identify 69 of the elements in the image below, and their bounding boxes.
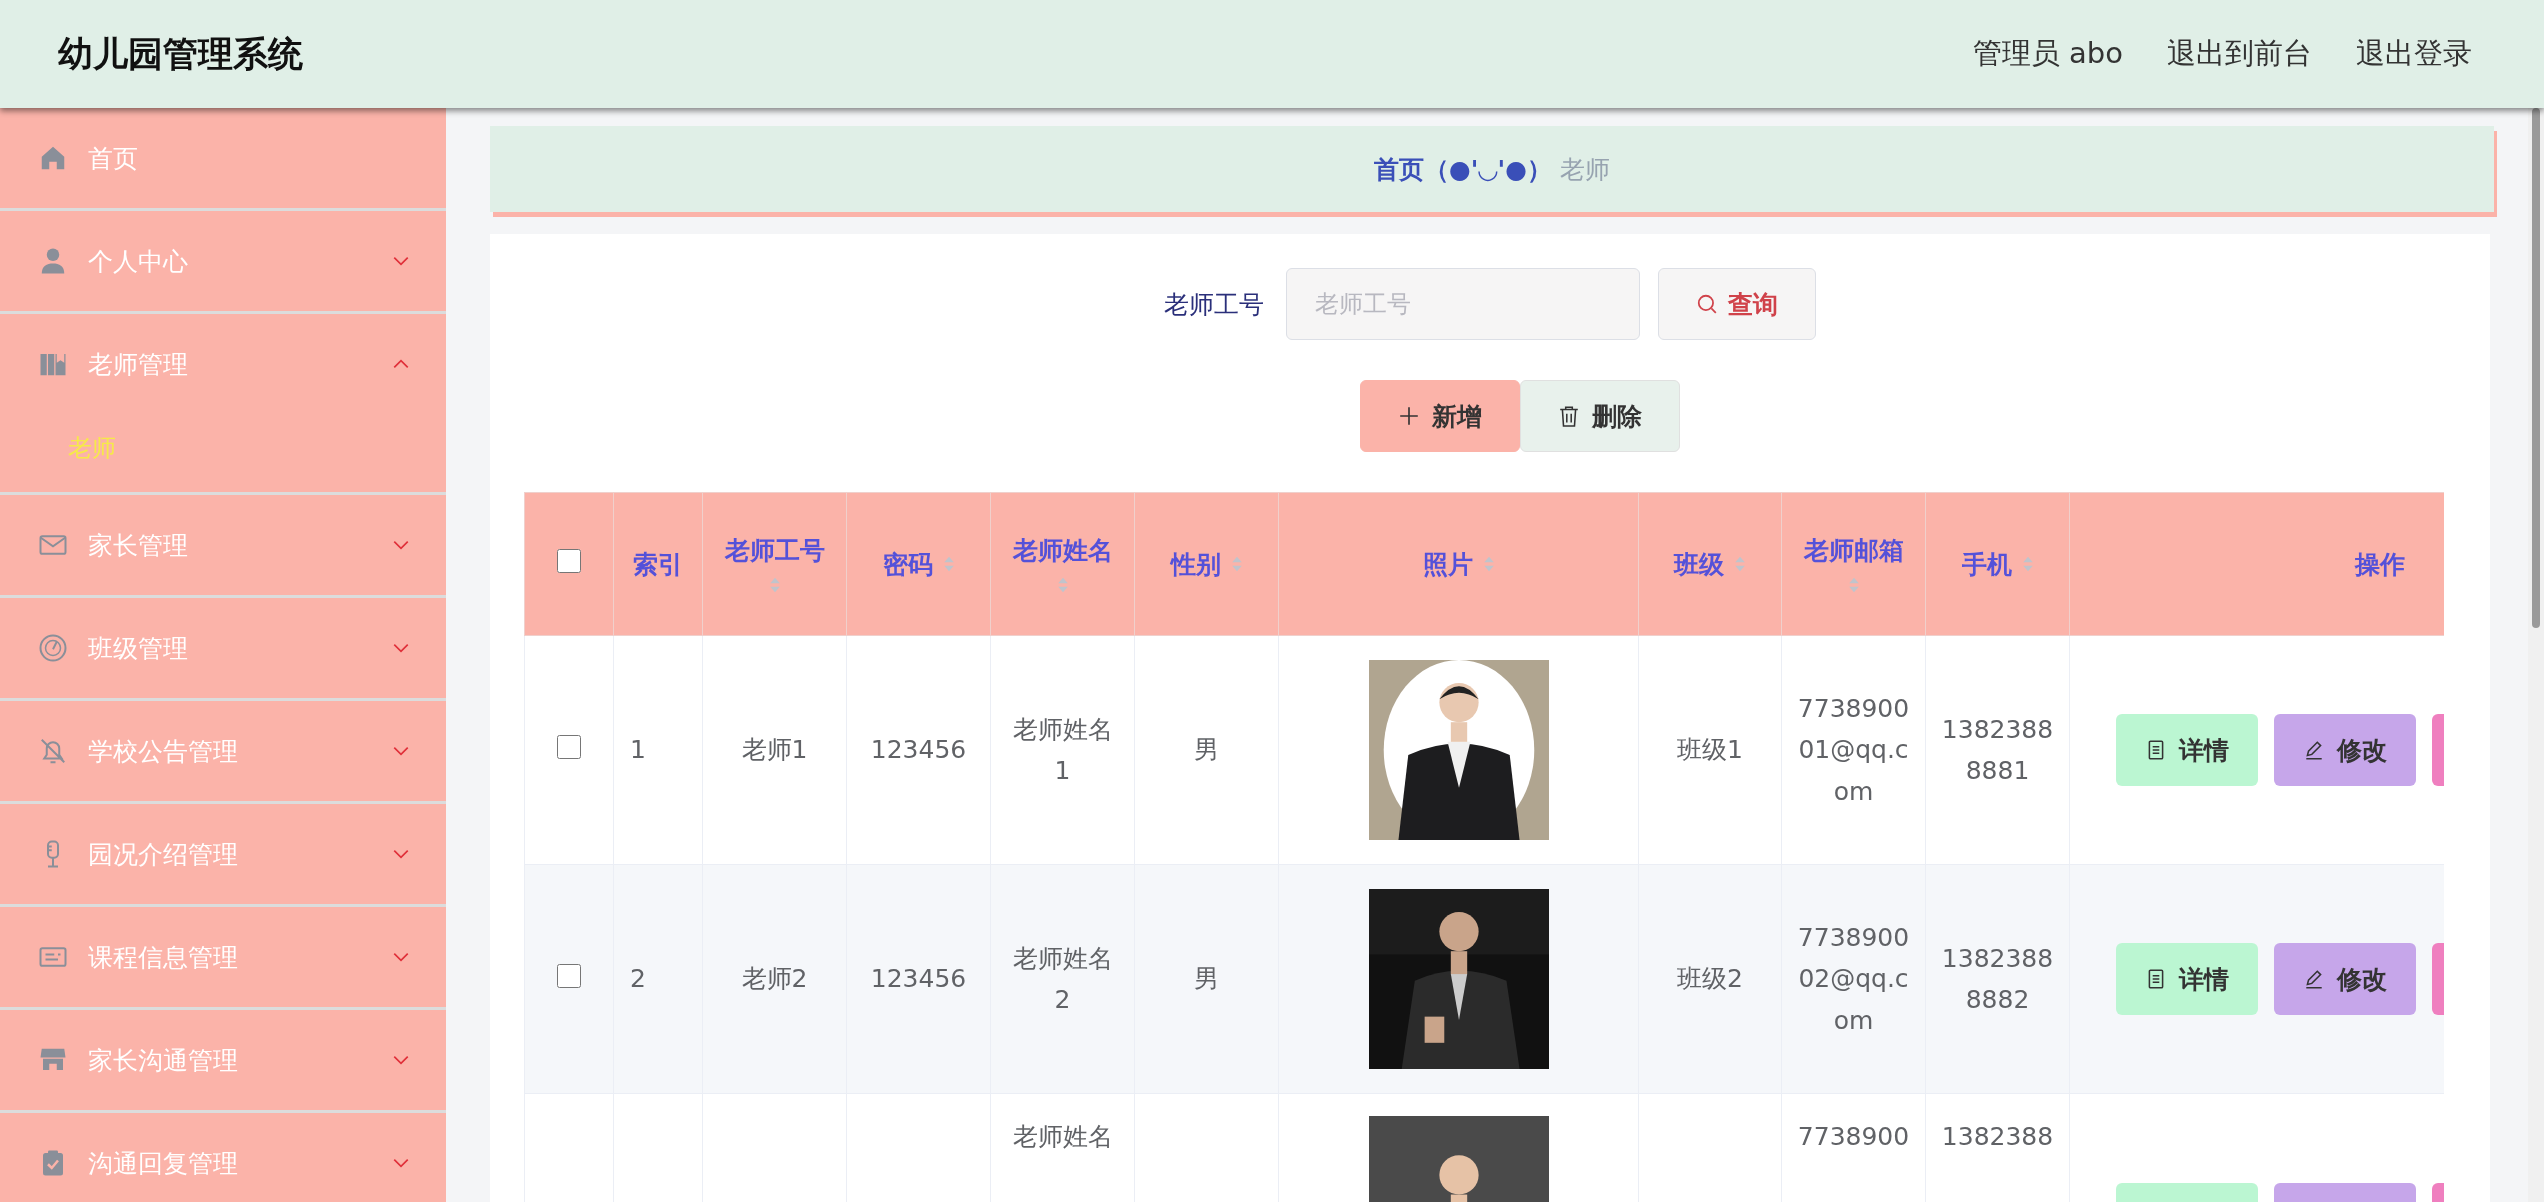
sort-icon[interactable]: [1230, 554, 1243, 574]
add-button[interactable]: 新增: [1360, 380, 1520, 452]
table-cell: 班级2: [1677, 964, 1743, 994]
table-cell: 班级1: [1677, 735, 1743, 765]
table-cell: 老师姓名2: [1012, 943, 1113, 1014]
gauge-icon: [38, 633, 68, 663]
header-link[interactable]: 退出到前台: [2167, 34, 2312, 74]
table-cell: 7738900: [1797, 1122, 1910, 1151]
table-cell: 773890001@qq.com: [1797, 694, 1910, 806]
trash-icon: [1558, 405, 1580, 427]
edit-button[interactable]: 修改: [2274, 714, 2416, 786]
header-link[interactable]: 管理员 abo: [1972, 34, 2123, 74]
search-button[interactable]: 查询: [1658, 268, 1816, 340]
row-checkbox[interactable]: [557, 964, 581, 988]
column-header: 手机: [1961, 548, 2012, 581]
column-header: 老师工号: [724, 534, 825, 567]
table-cell: 1382388: [1941, 1122, 2054, 1151]
chevron-down-icon: [392, 951, 410, 963]
app-title: 幼儿园管理系统: [58, 32, 303, 76]
pencil-icon: [2303, 968, 2325, 990]
table-cell: 2: [630, 964, 646, 994]
sort-icon[interactable]: [1734, 554, 1746, 574]
table-cell: 123456: [870, 964, 967, 994]
sort-icon[interactable]: [1482, 554, 1495, 574]
delete-button[interactable]: 删除: [1520, 380, 1680, 452]
chevron-down-icon: [392, 848, 410, 860]
chevron-up-icon: [392, 358, 410, 370]
bell-off-icon: [38, 736, 68, 766]
plus-icon: [1398, 405, 1420, 427]
sort-icon[interactable]: [2021, 554, 2034, 574]
detail-button[interactable]: 详情: [2116, 714, 2258, 786]
header-link[interactable]: 退出登录: [2356, 34, 2472, 74]
column-header: 老师姓名: [1012, 534, 1113, 567]
chevron-down-icon: [392, 539, 410, 551]
column-header: 老师邮箱: [1803, 534, 1904, 567]
table-cell: 123456: [870, 735, 967, 765]
row-checkbox[interactable]: [557, 735, 581, 759]
breadcrumb-current: 老师: [1560, 153, 1611, 186]
table-cell: 男: [1194, 735, 1219, 765]
column-header: 索引: [633, 548, 683, 581]
table-cell: 老师姓名1: [1012, 714, 1113, 785]
chevron-down-icon: [392, 255, 410, 267]
column-header: 照片: [1422, 548, 1473, 581]
column-header: 密码: [882, 548, 933, 581]
scrollbar[interactable]: [2528, 108, 2544, 1202]
column-header: 性别: [1170, 548, 1221, 581]
search-field[interactable]: 老师工号: [1286, 268, 1640, 340]
chevron-down-icon: [392, 642, 410, 654]
column-header: 班级: [1674, 548, 1724, 581]
table-cell: 老师姓名: [1012, 1122, 1113, 1151]
table-cell: 13823888882: [1941, 943, 2054, 1014]
table-cell: 13823888881: [1941, 714, 2054, 785]
detail-button[interactable]: 详情: [2116, 943, 2258, 1015]
chevron-down-icon: [392, 1157, 410, 1169]
chevron-down-icon: [392, 1054, 410, 1066]
search-icon: [1696, 293, 1718, 315]
table-cell: 老师1: [741, 735, 808, 765]
pencil-icon: [2303, 739, 2325, 761]
edit-button[interactable]: 修改: [2274, 943, 2416, 1015]
table-cell: 男: [1194, 964, 1219, 994]
chevron-down-icon: [392, 745, 410, 757]
breadcrumb-link[interactable]: 首页（●'◡'●）: [1373, 152, 1553, 186]
table-cell: 1: [630, 735, 646, 765]
search-label: 老师工号: [1164, 288, 1264, 321]
table-cell: 老师2: [741, 964, 808, 994]
select-all-checkbox[interactable]: [557, 549, 581, 573]
sort-icon[interactable]: [942, 554, 955, 574]
column-header: 操作: [2354, 548, 2405, 581]
table-cell: 773890002@qq.com: [1797, 923, 1910, 1035]
